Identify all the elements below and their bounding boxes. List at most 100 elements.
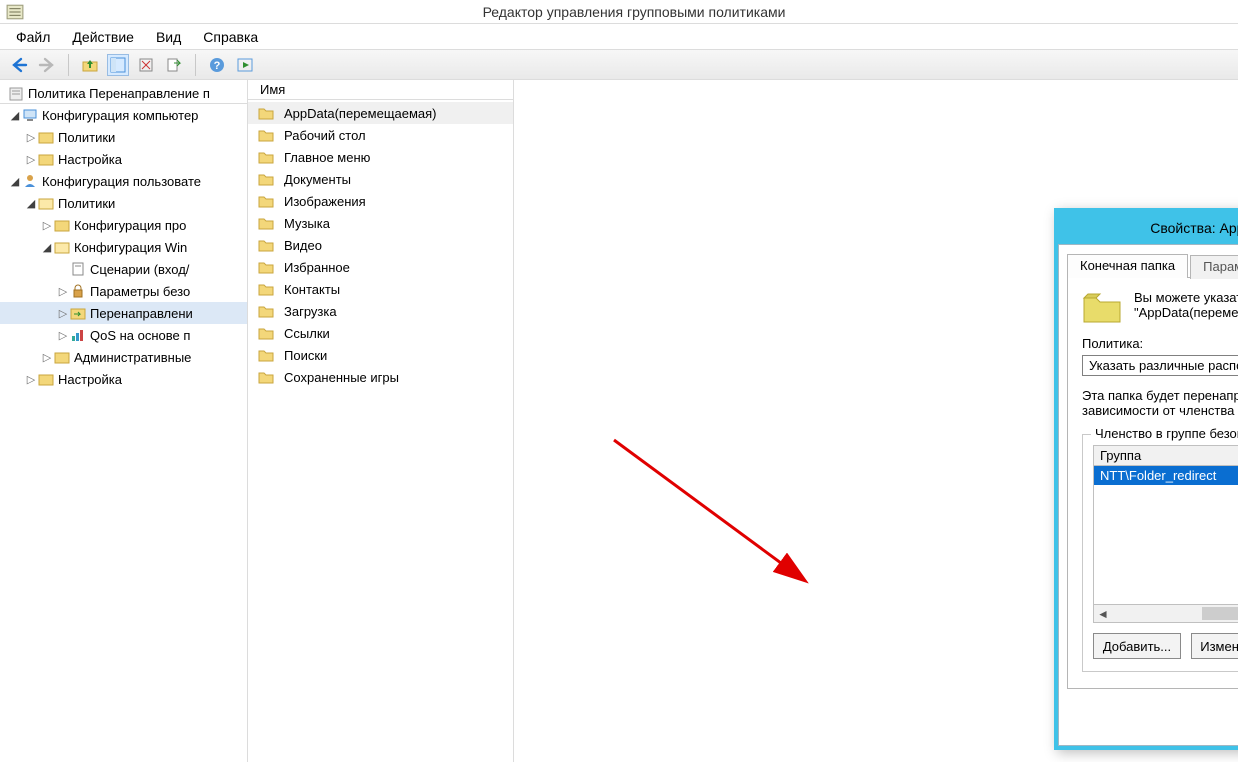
label: Настройка — [58, 152, 122, 167]
label: Политики — [58, 130, 115, 145]
window-title: Редактор управления групповыми политикам… — [30, 4, 1238, 20]
app-icon — [6, 3, 24, 21]
toolbar-separator — [68, 54, 69, 76]
folder-icon — [258, 215, 274, 231]
list-item-label: Сохраненные игры — [284, 370, 399, 385]
nav-forward-icon[interactable] — [36, 54, 58, 76]
tree-item-cc-prefs[interactable]: ▷Настройка — [0, 148, 247, 170]
list-item[interactable]: Ссылки — [248, 322, 513, 344]
folder-icon — [38, 129, 54, 145]
list-item[interactable]: Поиски — [248, 344, 513, 366]
properties-dialog: Свойства: AppData(перемещаемая) ? X Коне… — [1054, 208, 1238, 750]
folder-icon — [258, 281, 274, 297]
tree-item-uc-policies[interactable]: ◢Политики — [0, 192, 247, 214]
lock-icon — [70, 283, 86, 299]
tree-item-security[interactable]: ▷Параметры безо — [0, 280, 247, 302]
list-item[interactable]: Главное меню — [248, 146, 513, 168]
qos-icon — [70, 327, 86, 343]
label: Политики — [58, 196, 115, 211]
tree-item-uc-software[interactable]: ▷Конфигурация про — [0, 214, 247, 236]
menu-help[interactable]: Справка — [193, 26, 268, 48]
list-column-name[interactable]: Имя — [248, 80, 513, 100]
tab-parameters[interactable]: Параметры — [1190, 255, 1238, 279]
menubar: Файл Действие Вид Справка — [0, 24, 1238, 50]
label: Административные — [74, 350, 191, 365]
help-icon[interactable]: ? — [206, 54, 228, 76]
folder-large-icon — [1082, 290, 1122, 324]
tree-item-admin-templates[interactable]: ▷Административные — [0, 346, 247, 368]
delete-icon[interactable] — [135, 54, 157, 76]
folder-icon — [258, 369, 274, 385]
folder-icon — [258, 259, 274, 275]
add-button[interactable]: Добавить... — [1093, 633, 1181, 659]
folder-icon — [258, 127, 274, 143]
scroll-left-icon[interactable]: ◄ — [1094, 605, 1112, 622]
list-item-label: Главное меню — [284, 150, 370, 165]
window-titlebar: Редактор управления групповыми политикам… — [0, 0, 1238, 24]
svg-text:?: ? — [214, 60, 221, 72]
tree-item-scripts[interactable]: Сценарии (вход/ — [0, 258, 247, 280]
list-item[interactable]: Видео — [248, 234, 513, 256]
tab-target-folder[interactable]: Конечная папка — [1067, 254, 1188, 278]
tree-item-redirection[interactable]: ▷Перенаправлени — [0, 302, 247, 324]
folder-icon — [38, 151, 54, 167]
list-item-label: Документы — [284, 172, 351, 187]
tree-item-cc-policies[interactable]: ▷Политики — [0, 126, 247, 148]
export-icon[interactable] — [163, 54, 185, 76]
folder-icon — [258, 149, 274, 165]
grid-row-selected[interactable]: NTT\Folder_redirect \\SERVER\Folder_redi… — [1094, 466, 1238, 485]
tree-item-qos[interactable]: ▷QoS на основе п — [0, 324, 247, 346]
scroll-thumb[interactable] — [1202, 607, 1238, 620]
tree-item-uc-windows[interactable]: ◢Конфигурация Win — [0, 236, 247, 258]
label: Конфигурация пользовате — [42, 174, 201, 189]
label: Конфигурация компьютер — [42, 108, 198, 123]
tree-header-text: Политика Перенаправление п — [28, 86, 210, 101]
folder-open-icon — [54, 239, 70, 255]
list-item[interactable]: Избранное — [248, 256, 513, 278]
list-item-label: Рабочий стол — [284, 128, 366, 143]
groupbox-legend: Членство в группе безопасности — [1091, 426, 1238, 441]
nav-back-icon[interactable] — [8, 54, 30, 76]
folder-icon — [38, 371, 54, 387]
folder-icon — [258, 347, 274, 363]
grid-header: Группа Путь — [1093, 445, 1238, 465]
label: Перенаправлени — [90, 306, 193, 321]
label: QoS на основе п — [90, 328, 190, 343]
edit-button[interactable]: Изменить... — [1191, 633, 1238, 659]
horizontal-scrollbar[interactable]: ◄ ► — [1093, 605, 1238, 623]
list-item[interactable]: AppData(перемещаемая) — [248, 102, 513, 124]
list-item[interactable]: Рабочий стол — [248, 124, 513, 146]
policy-note: Эта папка будет перенаправляться в разли… — [1082, 388, 1238, 418]
list-item[interactable]: Документы — [248, 168, 513, 190]
toolbar-separator — [195, 54, 196, 76]
folder-icon — [258, 325, 274, 341]
menu-action[interactable]: Действие — [62, 26, 144, 48]
security-group-box: Членство в группе безопасности Группа Пу… — [1082, 434, 1238, 672]
grid-body[interactable]: NTT\Folder_redirect \\SERVER\Folder_redi… — [1093, 465, 1238, 605]
list-item[interactable]: Изображения — [248, 190, 513, 212]
tree-item-user-config[interactable]: ◢Конфигурация пользовате — [0, 170, 247, 192]
menu-view[interactable]: Вид — [146, 26, 191, 48]
label: Параметры безо — [90, 284, 190, 299]
folder-redirect-icon — [70, 305, 86, 321]
up-level-icon[interactable] — [79, 54, 101, 76]
label: Конфигурация Win — [74, 240, 187, 255]
list-item[interactable]: Сохраненные игры — [248, 366, 513, 388]
list-item[interactable]: Загрузка — [248, 300, 513, 322]
tree-item-computer-config[interactable]: ◢Конфигурация компьютер — [0, 104, 247, 126]
folder-icon — [258, 303, 274, 319]
policy-combobox[interactable]: Указать различные расположения для разны… — [1082, 355, 1238, 376]
list-item-label: Контакты — [284, 282, 340, 297]
show-tree-icon[interactable] — [107, 54, 129, 76]
tree-item-uc-prefs[interactable]: ▷Настройка — [0, 368, 247, 390]
run-icon[interactable] — [234, 54, 256, 76]
folder-icon — [54, 217, 70, 233]
menu-file[interactable]: Файл — [6, 26, 60, 48]
list-item[interactable]: Музыка — [248, 212, 513, 234]
col-group[interactable]: Группа — [1094, 446, 1238, 465]
folder-icon — [258, 105, 274, 121]
list-item[interactable]: Контакты — [248, 278, 513, 300]
folder-list: Имя AppData(перемещаемая) Рабочий стол Гла… — [248, 80, 514, 762]
annotation-arrow — [574, 430, 854, 640]
cell-group: NTT\Folder_redirect — [1094, 466, 1238, 485]
